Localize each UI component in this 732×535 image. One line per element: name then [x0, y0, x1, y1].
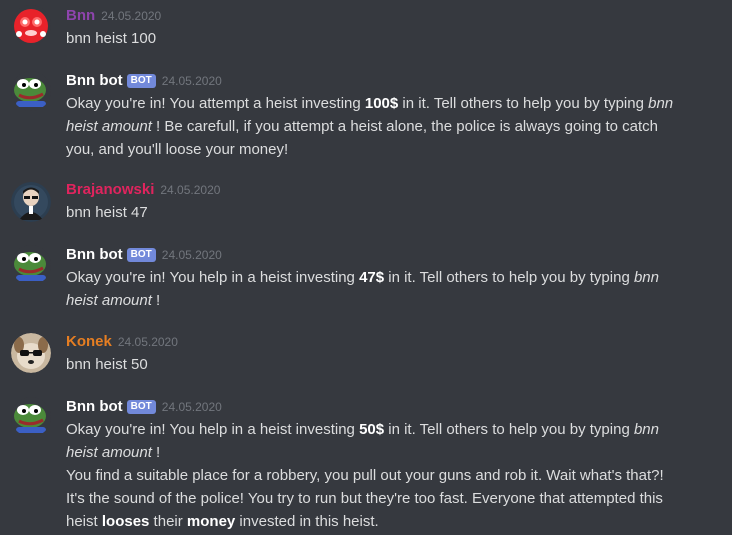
amount-bold: 47$: [359, 269, 385, 286]
text-part: in it. Tell others to help you by typing: [398, 95, 649, 112]
bot-tag: BOT: [126, 74, 156, 88]
username[interactable]: Bnn bot: [66, 398, 123, 415]
chat-messages: Bnn 24.05.2020 bnn heist 100 Bnn bot BOT 24…: [0, 0, 732, 535]
pepe-frog-avatar-icon[interactable]: [11, 397, 51, 437]
timestamp: 24.05.2020: [101, 9, 162, 23]
bold-word: money: [186, 513, 236, 530]
timestamp: 24.05.2020: [161, 400, 222, 414]
text-part: their: [149, 513, 187, 530]
message-content: Okay you're in! You help in a heist inve…: [66, 266, 676, 312]
username[interactable]: Konek: [66, 333, 112, 350]
timestamp: 24.05.2020: [161, 74, 222, 88]
timestamp: 24.05.2020: [160, 183, 221, 197]
pepe-frog-avatar-icon[interactable]: [11, 71, 51, 111]
bot-tag: BOT: [126, 400, 156, 414]
text-part: Okay you're in! You attempt a heist inve…: [66, 95, 365, 112]
text-part: invested in this heist.: [235, 513, 379, 530]
username[interactable]: Bnn bot: [66, 246, 123, 263]
message-content: Okay you're in! You attempt a heist inve…: [66, 92, 676, 161]
person-avatar-icon[interactable]: [11, 182, 51, 222]
amount-bold: 100$: [364, 95, 399, 112]
bot-tag: BOT: [126, 248, 156, 262]
message-header: Bnn bot BOT 24.05.2020: [66, 71, 222, 91]
dog-sunglasses-avatar-icon[interactable]: [11, 333, 51, 373]
red-blob-avatar-icon[interactable]: [11, 5, 51, 45]
text-part: ! Be carefull, if you attempt a heist al…: [66, 118, 659, 158]
message-header: Bnn bot BOT 24.05.2020: [66, 245, 222, 265]
amount-bold: 50$: [359, 421, 385, 438]
text-part: !: [151, 444, 161, 461]
message-header: Brajanowski 24.05.2020: [66, 180, 220, 200]
username[interactable]: Bnn: [66, 7, 95, 24]
text-part: in it. Tell others to help you by typing: [384, 421, 634, 438]
bold-word: looses: [101, 513, 150, 530]
message-header: Bnn 24.05.2020: [66, 6, 161, 26]
username[interactable]: Bnn bot: [66, 72, 123, 89]
timestamp: 24.05.2020: [117, 335, 178, 349]
message-content: bnn heist 100: [66, 30, 157, 47]
message-followup-content: You find a suitable place for a robbery,…: [66, 464, 676, 533]
message-content: bnn heist 47: [66, 204, 148, 221]
message-content: Okay you're in! You help in a heist inve…: [66, 418, 676, 464]
text-part: Okay you're in! You help in a heist inve…: [66, 421, 360, 438]
username[interactable]: Brajanowski: [66, 181, 154, 198]
message-header: Konek 24.05.2020: [66, 332, 178, 352]
message-content: bnn heist 50: [66, 356, 148, 373]
message-header: Bnn bot BOT 24.05.2020: [66, 397, 222, 417]
text-part: Okay you're in! You help in a heist inve…: [66, 269, 360, 286]
pepe-frog-avatar-icon[interactable]: [11, 245, 51, 285]
text-part: !: [151, 292, 161, 309]
text-part: in it. Tell others to help you by typing: [384, 269, 634, 286]
timestamp: 24.05.2020: [161, 248, 222, 262]
